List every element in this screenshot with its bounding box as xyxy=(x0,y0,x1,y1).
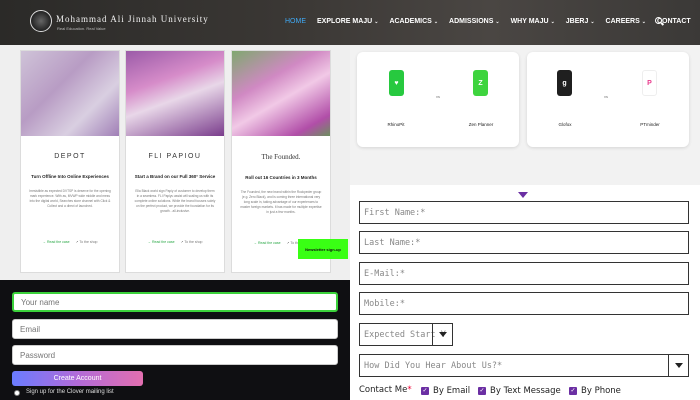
required-mark: * xyxy=(399,299,405,309)
email-label: E-Mail: xyxy=(364,269,400,279)
contact-me-label: Contact Me* xyxy=(359,385,412,395)
case-card-text: Ella Black world sign Papiy of customer … xyxy=(134,189,216,213)
nav-explore-maju-label: EXPLORE MAJU xyxy=(317,18,373,25)
chevron-down-icon: ⌄ xyxy=(374,19,379,25)
university-tagline: Real Education. Real Value xyxy=(57,26,106,31)
chevron-down-icon: ⌄ xyxy=(641,19,646,25)
password-input[interactable] xyxy=(12,345,338,365)
case-card: FLI PAPIOU Start a Brand on our Full 360… xyxy=(125,50,225,273)
name-input[interactable] xyxy=(12,292,338,312)
hear-about-select[interactable]: How Did You Hear About Us?* xyxy=(359,354,689,377)
read-case-label: Read the case xyxy=(151,240,175,244)
mobile-field[interactable]: Mobile:* xyxy=(359,292,689,315)
search-icon[interactable] xyxy=(655,17,662,24)
case-card-subtitle: Roll out 16 Countries in 3 Months xyxy=(245,175,317,180)
case-card-title: The Founded. xyxy=(261,153,301,161)
case-card-image xyxy=(232,51,330,136)
ptminder-icon: P xyxy=(642,70,657,96)
app-name: PTminder xyxy=(640,122,660,127)
nav-admissions-label: ADMISSIONS xyxy=(449,18,494,25)
chevron-down-icon: ⌄ xyxy=(550,19,555,25)
chevron-down-icon xyxy=(668,355,688,376)
case-card-links: → Read the case ↗ To the shop xyxy=(21,240,119,244)
contact-me-text: Contact Me xyxy=(359,385,408,395)
create-account-button[interactable]: Create Account xyxy=(12,371,143,386)
case-card-subtitle: Start a Brand on our Full 360° Service xyxy=(134,174,216,179)
read-case-label: Read the case xyxy=(46,240,70,244)
case-card-image xyxy=(21,51,119,136)
nav-why-maju-label: WHY MAJU xyxy=(510,18,549,25)
case-card-text: The Founded, the new brand within the Ro… xyxy=(240,190,322,214)
mailing-list-label: Sign up for the Clover mailing list xyxy=(26,389,114,395)
nav-jberj-label: JBERJ xyxy=(565,18,589,25)
section-pointer xyxy=(518,192,528,198)
required-mark: * xyxy=(407,385,412,395)
nav-why-maju[interactable]: WHY MAJU ⌄ xyxy=(511,18,555,25)
required-mark: * xyxy=(399,269,405,279)
app-name: Glofox xyxy=(558,122,572,127)
read-case-link[interactable]: → Read the case xyxy=(253,241,280,245)
mailing-list-radio[interactable] xyxy=(14,390,20,396)
to-shop-label: To the shop xyxy=(184,240,203,244)
to-shop-link[interactable]: ↗ To the shop xyxy=(76,240,98,244)
nav-academics-label: ACADEMICS xyxy=(389,18,432,25)
nav-careers-label: CAREERS xyxy=(605,18,640,25)
hear-about-value: How Did You Hear About Us?* xyxy=(364,361,503,371)
university-logo[interactable] xyxy=(30,10,52,32)
expected-start-select[interactable]: Expected Start Y xyxy=(359,323,453,346)
rhinofit-icon: ♥ xyxy=(389,70,404,96)
chevron-down-icon: ⌄ xyxy=(433,19,439,25)
case-card-text: Irresistible as expected DVTSP is deserv… xyxy=(29,189,111,208)
top-navigation-bar: Mohammad Ali Jinnah University Real Educ… xyxy=(0,0,700,45)
contact-phone-checkbox[interactable]: ✓ xyxy=(569,387,577,395)
vs-label: vs xyxy=(604,94,608,99)
chevron-down-icon: ⌄ xyxy=(590,19,595,25)
case-card-subtitle: Turn Offline Into Online Experiences xyxy=(31,174,109,179)
case-card-title: FLI PAPIOU xyxy=(148,153,202,160)
contact-text-label: By Text Message xyxy=(490,386,561,396)
newsletter-signup-button[interactable]: Newsletter sign-up xyxy=(298,239,348,259)
case-card: DEPOT Turn Offline Into Online Experienc… xyxy=(20,50,120,273)
required-mark: * xyxy=(415,238,421,248)
vs-label: vs xyxy=(436,94,440,99)
to-shop-label: To the shop xyxy=(79,240,98,244)
required-mark: * xyxy=(420,208,426,218)
contact-phone-label: By Phone xyxy=(581,386,621,396)
nav-explore-maju[interactable]: EXPLORE MAJU ⌄ xyxy=(317,18,378,25)
main-nav: HOME EXPLORE MAJU ⌄ ACADEMICS ⌄ ADMISSIONS… xyxy=(285,18,691,25)
comparison-card[interactable]: ♥ vs Z RhinoPit Zen Planner xyxy=(357,52,519,147)
chevron-down-icon: ⌄ xyxy=(495,19,500,25)
case-card-title: DEPOT xyxy=(54,153,86,160)
first-name-field[interactable]: First Name:* xyxy=(359,201,689,224)
app-name: RhinoPit xyxy=(387,122,405,127)
read-case-link[interactable]: → Read the case xyxy=(42,240,69,244)
read-case-link[interactable]: → Read the case xyxy=(147,240,174,244)
chevron-down-icon xyxy=(432,324,452,345)
contact-email-label: By Email xyxy=(433,386,471,396)
contact-email-checkbox[interactable]: ✓ xyxy=(421,387,429,395)
app-name: Zen Planner xyxy=(468,122,494,127)
nav-academics[interactable]: ACADEMICS ⌄ xyxy=(389,18,438,25)
email-field[interactable]: E-Mail:* xyxy=(359,262,689,285)
case-card-image xyxy=(126,51,224,136)
last-name-field[interactable]: Last Name:* xyxy=(359,231,689,254)
last-name-label: Last Name: xyxy=(364,238,416,248)
zen-planner-icon: Z xyxy=(473,70,488,96)
contact-text-checkbox[interactable]: ✓ xyxy=(478,387,486,395)
nav-admissions[interactable]: ADMISSIONS ⌄ xyxy=(449,18,500,25)
first-name-label: First Name: xyxy=(364,208,421,218)
glofox-icon: g xyxy=(557,70,572,96)
university-name[interactable]: Mohammad Ali Jinnah University xyxy=(56,14,209,24)
nav-jberj[interactable]: JBERJ ⌄ xyxy=(566,18,595,25)
email-input[interactable] xyxy=(12,319,338,339)
to-shop-link[interactable]: ↗ To the shop xyxy=(181,240,203,244)
case-card-links: → Read the case ↗ To the shop xyxy=(126,240,224,244)
nav-careers[interactable]: CAREERS ⌄ xyxy=(606,18,646,25)
mobile-label: Mobile: xyxy=(364,299,400,309)
nav-home[interactable]: HOME xyxy=(285,18,306,25)
comparison-card[interactable]: g vs P Glofox PTminder xyxy=(527,52,689,147)
read-case-label: Read the case xyxy=(257,241,281,245)
